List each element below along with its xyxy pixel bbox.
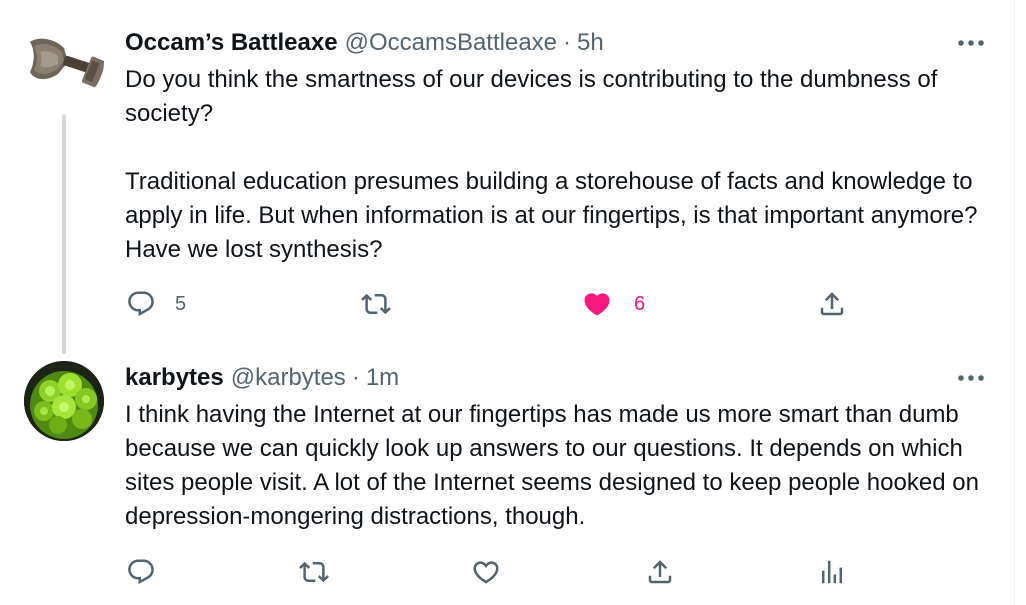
retweet-icon	[299, 561, 329, 583]
share-icon	[648, 560, 672, 584]
battleaxe-avatar-icon	[24, 22, 104, 102]
reply-icon	[128, 291, 154, 317]
display-name[interactable]: Occam’s Battleaxe	[125, 29, 338, 57]
reply-count: 5	[175, 292, 187, 315]
user-handle[interactable]: @karbytes	[231, 364, 346, 392]
share-button[interactable]	[817, 287, 847, 321]
avatar[interactable]	[24, 22, 104, 102]
timestamp[interactable]: 1m	[366, 364, 399, 392]
share-button[interactable]	[645, 555, 675, 589]
reply-button[interactable]	[126, 555, 156, 589]
analytics-button[interactable]	[817, 555, 847, 589]
timestamp[interactable]: 5h	[577, 29, 604, 57]
tweet-header: Occam’s Battleaxe @OccamsBattleaxe · 5h	[125, 28, 604, 58]
analytics-icon	[822, 560, 842, 584]
like-button[interactable]: 6	[582, 287, 645, 321]
tweet-text: I think having the Internet at our finge…	[125, 398, 995, 534]
display-name[interactable]: karbytes	[125, 364, 224, 392]
thread-connector-line	[62, 114, 66, 354]
user-handle[interactable]: @OccamsBattleaxe	[345, 29, 557, 57]
retweet-button[interactable]	[297, 555, 331, 589]
share-icon	[820, 292, 844, 316]
romanesco-avatar-icon	[24, 361, 104, 441]
more-options-button[interactable]	[954, 33, 988, 53]
heart-filled-icon	[584, 293, 610, 316]
tweet-text: Do you think the smartness of our device…	[125, 63, 995, 267]
like-count: 6	[634, 292, 646, 315]
avatar[interactable]	[24, 361, 104, 441]
tweet-paragraph: Do you think the smartness of our device…	[125, 66, 938, 127]
tweet-paragraph: Traditional education presumes building …	[125, 168, 978, 263]
more-horizontal-icon	[958, 40, 984, 46]
tweet-header: karbytes @karbytes · 1m	[125, 363, 399, 393]
reply-icon	[128, 559, 154, 585]
separator-dot: ·	[351, 364, 360, 391]
tweet-paragraph: I think having the Internet at our finge…	[125, 401, 979, 530]
heart-outline-icon	[473, 561, 499, 584]
separator-dot: ·	[563, 29, 572, 56]
tweet-thread: Occam’s Battleaxe @OccamsBattleaxe · 5h …	[0, 0, 1015, 605]
more-options-button[interactable]	[954, 368, 988, 388]
retweet-button[interactable]	[359, 287, 393, 321]
more-horizontal-icon	[958, 375, 984, 381]
retweet-icon	[361, 293, 391, 315]
like-button[interactable]	[471, 555, 501, 589]
reply-button[interactable]: 5	[126, 287, 186, 321]
